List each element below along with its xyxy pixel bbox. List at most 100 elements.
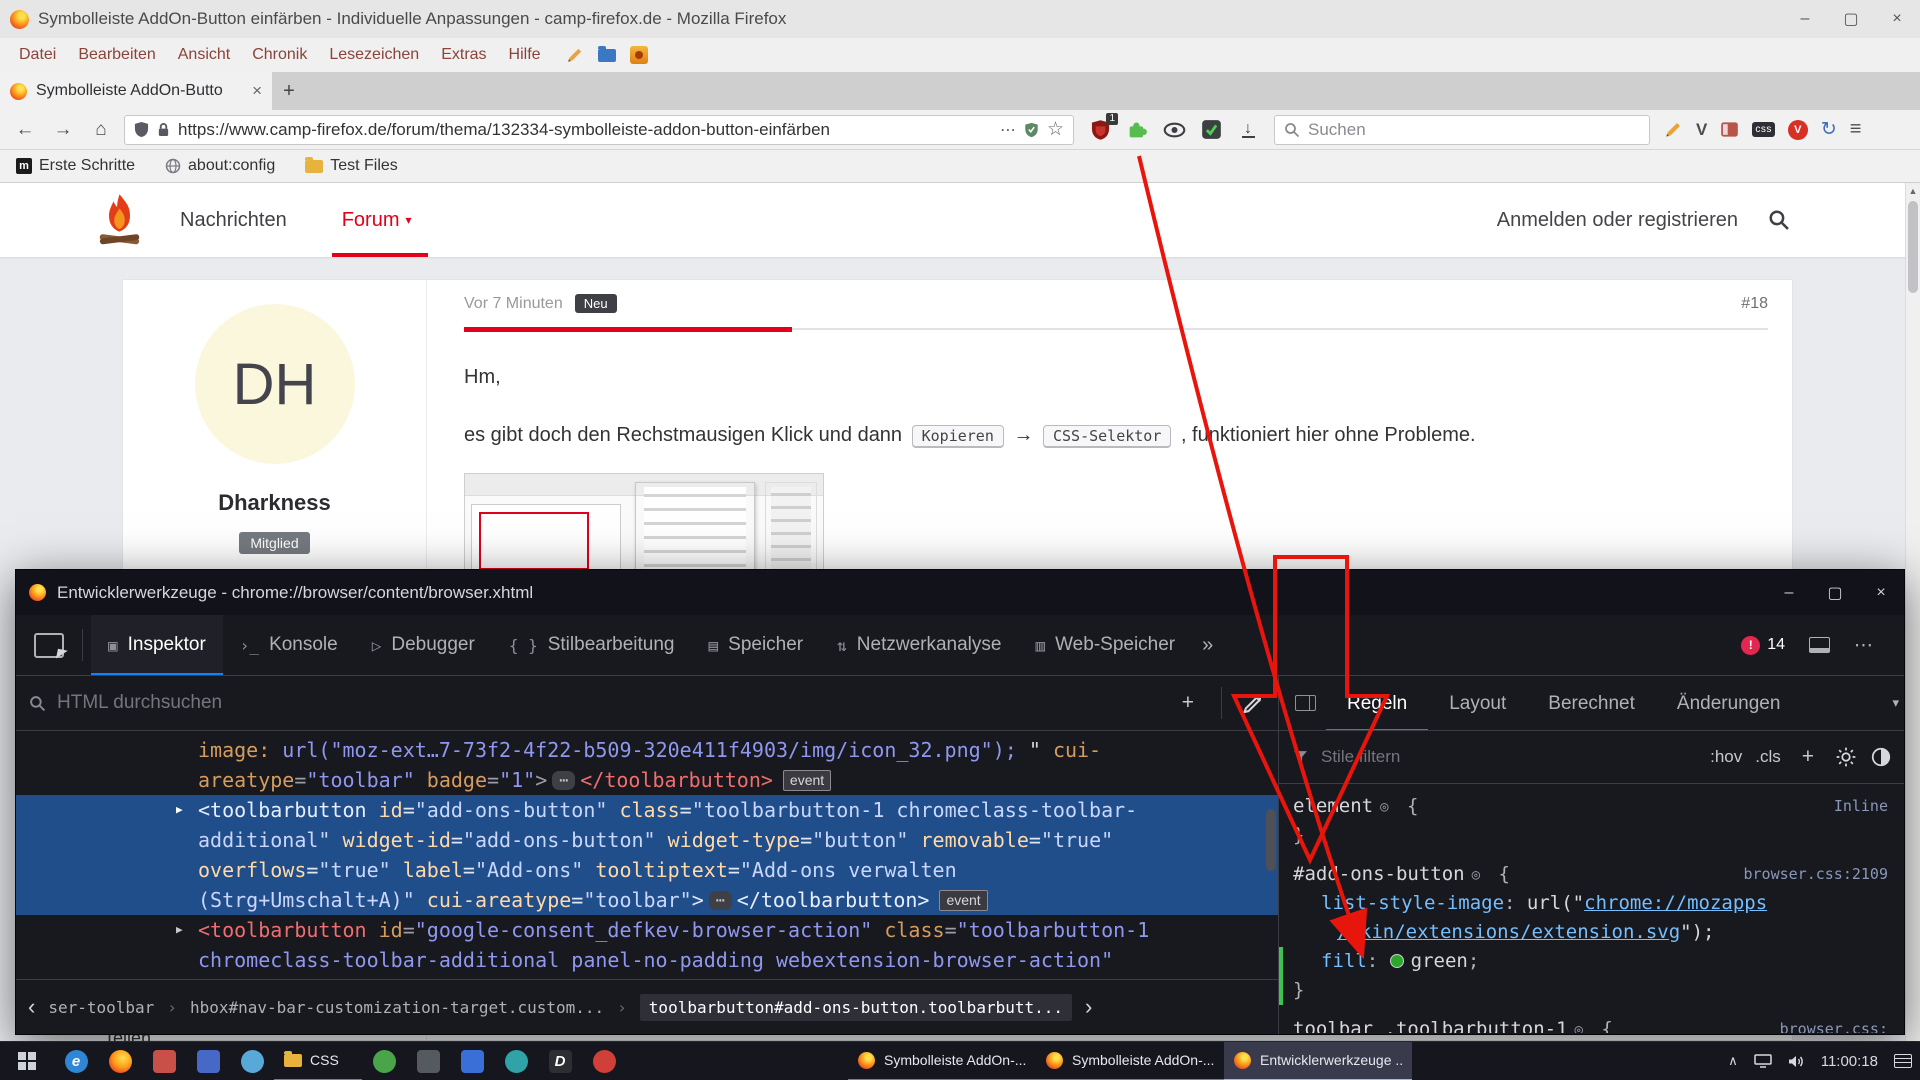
login-link[interactable]: Anmelden oder registrieren bbox=[1497, 209, 1738, 232]
markup-line[interactable]: ▶<toolbarbutton id="google-consent_defke… bbox=[16, 915, 1278, 945]
breadcrumb-item[interactable]: toolbarbutton#add-ons-button.toolbarbutt… bbox=[640, 994, 1072, 1021]
campfire-logo[interactable] bbox=[95, 192, 144, 248]
rule-selector[interactable]: toolbar .toolbarbutton-1 bbox=[1293, 1018, 1568, 1033]
declaration[interactable]: /skin/extensions/extension.svg"); bbox=[1279, 918, 1904, 947]
dark-mode-icon[interactable] bbox=[1870, 746, 1892, 768]
avatar[interactable]: DH bbox=[195, 304, 355, 464]
markup-search-bar[interactable]: HTML durchsuchen + bbox=[16, 676, 1278, 731]
menu-chronik[interactable]: Chronik bbox=[241, 42, 318, 68]
add-rule-button[interactable]: + bbox=[1794, 745, 1822, 769]
site-search-icon[interactable] bbox=[1768, 209, 1790, 231]
taskbar-window-button[interactable]: Entwicklerwerkzeuge ... bbox=[1224, 1042, 1412, 1080]
filter-placeholder[interactable]: Stile filtern bbox=[1321, 747, 1697, 767]
sidebar-tab-layout[interactable]: Layout bbox=[1428, 676, 1527, 731]
taskbar-lightblue-app-icon[interactable] bbox=[230, 1042, 274, 1080]
red-v-extension-icon[interactable]: V bbox=[1788, 120, 1808, 140]
taskbar-green-app-icon[interactable] bbox=[362, 1042, 406, 1080]
shield-icon[interactable] bbox=[134, 121, 149, 138]
addons-puzzle-icon[interactable] bbox=[1125, 118, 1149, 142]
breadcrumb-item[interactable]: ser-toolbar bbox=[48, 998, 154, 1017]
scrollbar-thumb[interactable] bbox=[1908, 201, 1918, 293]
lock-icon[interactable] bbox=[157, 122, 170, 138]
breadcrumb-scroll-right-icon[interactable]: › bbox=[1085, 994, 1092, 1020]
close-button[interactable]: × bbox=[1874, 0, 1920, 38]
menu-extras[interactable]: Extras bbox=[430, 42, 497, 68]
start-button[interactable] bbox=[0, 1042, 54, 1080]
taskbar-gray-app-icon[interactable] bbox=[406, 1042, 450, 1080]
selector-target-icon[interactable]: ◎ bbox=[1575, 1022, 1583, 1033]
color-swatch[interactable] bbox=[1390, 954, 1404, 968]
devtools-tab-stilbearbeitung[interactable]: { }Stilbearbeitung bbox=[492, 615, 692, 675]
toggle-3-pane-icon[interactable] bbox=[1295, 695, 1316, 711]
menu-ansicht[interactable]: Ansicht bbox=[167, 42, 241, 68]
split-console-icon[interactable] bbox=[1809, 637, 1830, 653]
markup-line[interactable]: chromeclass-toolbar-additional panel-no-… bbox=[16, 945, 1278, 975]
more-tabs-icon[interactable]: » bbox=[1192, 634, 1223, 657]
pencil-icon[interactable] bbox=[566, 46, 584, 64]
devtools-tab-inspektor[interactable]: ▣Inspektor bbox=[91, 615, 223, 675]
eye-icon[interactable] bbox=[1162, 118, 1186, 142]
new-tab-button[interactable]: + bbox=[272, 72, 306, 110]
collapsed-content-icon[interactable]: ⋯ bbox=[709, 891, 732, 910]
devtools-tab-konsole[interactable]: ›_Konsole bbox=[223, 615, 355, 675]
markup-line[interactable]: image: url("moz-ext…7-73f2-4f22-b509-320… bbox=[16, 735, 1278, 765]
menu-bearbeiten[interactable]: Bearbeiten bbox=[67, 42, 166, 68]
urlbar[interactable]: https://www.camp-firefox.de/forum/thema/… bbox=[124, 115, 1074, 145]
taskbar-window-button[interactable]: Symbolleiste AddOn-... bbox=[848, 1042, 1036, 1080]
expand-arrow-icon[interactable]: ▶ bbox=[176, 915, 183, 945]
sidebar-extension-icon[interactable] bbox=[1720, 120, 1739, 139]
nav-nachrichten[interactable]: Nachrichten bbox=[180, 209, 287, 232]
node-picker-icon[interactable]: ◤ bbox=[34, 633, 64, 658]
forward-button[interactable]: → bbox=[48, 115, 78, 145]
folder-icon[interactable] bbox=[598, 49, 616, 62]
markup-line[interactable]: overflows="true" label="Add-ons" tooltip… bbox=[16, 855, 1278, 885]
taskbar-blue-app-icon[interactable] bbox=[186, 1042, 230, 1080]
menu-hilfe[interactable]: Hilfe bbox=[498, 42, 552, 68]
declaration[interactable]: list-style-image: url("chrome://mozapps bbox=[1279, 889, 1904, 918]
markup-scrollbar-thumb[interactable] bbox=[1266, 809, 1276, 871]
markup-line[interactable]: ▶<toolbarbutton id="add-ons-button" clas… bbox=[16, 795, 1278, 825]
declaration[interactable]: fill: green; bbox=[1279, 947, 1904, 976]
eyedropper-icon[interactable] bbox=[1241, 691, 1265, 715]
home-button[interactable]: ⌂ bbox=[86, 115, 116, 145]
url-overflow-icon[interactable]: ⋯ bbox=[1000, 120, 1016, 140]
ublock-icon[interactable]: 1 bbox=[1088, 118, 1112, 142]
taskbar-firefox-icon[interactable] bbox=[98, 1042, 142, 1080]
sidebar-tab-aenderungen[interactable]: Änderungen bbox=[1656, 676, 1802, 731]
rule-source-link[interactable]: browser.css: bbox=[1780, 1015, 1888, 1033]
selector-target-icon[interactable]: ◎ bbox=[1472, 867, 1480, 883]
post-timestamp[interactable]: Vor 7 Minuten bbox=[464, 295, 563, 313]
search-bar[interactable]: Suchen bbox=[1274, 115, 1650, 145]
pseudo-class-button[interactable]: :hov bbox=[1710, 747, 1742, 767]
minimize-button[interactable]: – bbox=[1782, 0, 1828, 38]
devtools-tab-web-speicher[interactable]: ▥Web-Speicher bbox=[1018, 615, 1192, 675]
tray-chevron-icon[interactable]: ∧ bbox=[1728, 1053, 1738, 1069]
sidebar-overflow-icon[interactable]: ▾ bbox=[1892, 695, 1899, 711]
expand-arrow-icon[interactable]: ▶ bbox=[176, 795, 183, 825]
post-number[interactable]: #18 bbox=[1741, 295, 1768, 313]
taskbar-explorer-window[interactable]: CSS bbox=[274, 1042, 362, 1080]
download-icon[interactable]: ↓ bbox=[1236, 118, 1260, 142]
tab-close-icon[interactable]: × bbox=[252, 81, 262, 101]
devtools-maximize-button[interactable]: ▢ bbox=[1812, 570, 1858, 615]
class-toggle-button[interactable]: .cls bbox=[1755, 747, 1781, 767]
light-mode-icon[interactable] bbox=[1835, 746, 1857, 768]
devtools-menu-icon[interactable]: ⋯ bbox=[1854, 634, 1874, 657]
sync-icon[interactable]: ↻ bbox=[1821, 118, 1837, 141]
sidebar-tab-regeln[interactable]: Regeln bbox=[1326, 676, 1428, 731]
taskbar-d-app-icon[interactable]: D bbox=[538, 1042, 582, 1080]
volume-icon[interactable] bbox=[1788, 1054, 1805, 1069]
taskbar-edge-icon[interactable]: e bbox=[54, 1042, 98, 1080]
taskbar-window-button[interactable]: Symbolleiste AddOn-... bbox=[1036, 1042, 1224, 1080]
devtools-tab-speicher[interactable]: ▤Speicher bbox=[692, 615, 821, 675]
clock[interactable]: 11:00:18 bbox=[1821, 1053, 1878, 1070]
rule-source-link[interactable]: browser.css:2109 bbox=[1744, 860, 1889, 889]
taskbar-blue-app-2-icon[interactable] bbox=[450, 1042, 494, 1080]
breadcrumb-item[interactable]: hbox#nav-bar-customization-target.custom… bbox=[190, 998, 604, 1017]
nav-forum[interactable]: Forum ▾ bbox=[342, 183, 412, 257]
menu-datei[interactable]: Datei bbox=[8, 42, 67, 68]
hamburger-menu-icon[interactable]: ≡ bbox=[1850, 118, 1862, 141]
devtools-tab-debugger[interactable]: ▷Debugger bbox=[355, 615, 492, 675]
event-badge[interactable]: event bbox=[939, 890, 987, 911]
rule-selector[interactable]: element bbox=[1293, 795, 1373, 817]
